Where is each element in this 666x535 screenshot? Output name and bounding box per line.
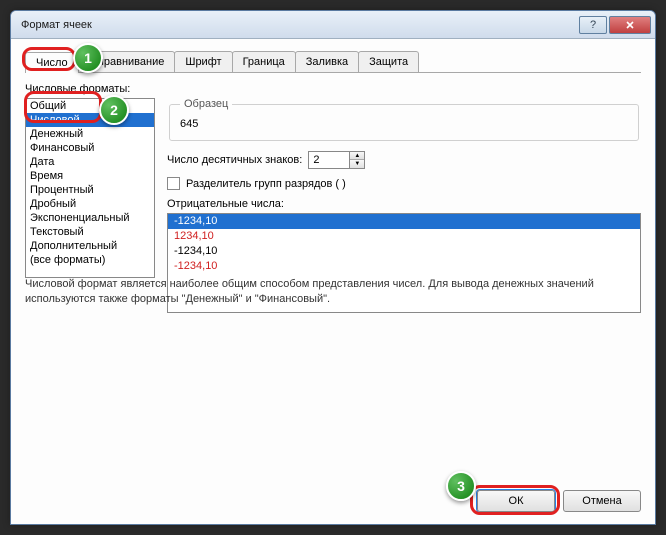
decimals-spinner[interactable]: ▲ ▼: [308, 151, 365, 169]
window-title: Формат ячеек: [21, 19, 579, 31]
tab-fill[interactable]: Заливка: [295, 51, 359, 72]
list-item[interactable]: Денежный: [26, 127, 154, 141]
list-item[interactable]: Дата: [26, 155, 154, 169]
tab-number[interactable]: Число: [25, 52, 79, 73]
annotation-marker-3: 3: [446, 471, 476, 501]
sample-value: 645: [180, 118, 628, 130]
format-description: Числовой формат является наиболее общим …: [25, 277, 641, 307]
spinner-up-icon[interactable]: ▲: [350, 152, 364, 160]
formats-label: Числовые форматы:: [25, 83, 641, 95]
annotation-marker-2: 2: [99, 95, 129, 125]
cancel-button[interactable]: Отмена: [563, 490, 641, 512]
list-item[interactable]: Процентный: [26, 183, 154, 197]
decimals-input[interactable]: [309, 152, 349, 168]
list-item[interactable]: Текстовый: [26, 225, 154, 239]
sample-label: Образец: [180, 98, 232, 110]
list-item[interactable]: Общий: [26, 99, 154, 113]
list-item[interactable]: -1234,10: [168, 244, 640, 259]
spinner-down-icon[interactable]: ▼: [350, 160, 364, 168]
thousands-checkbox[interactable]: [167, 177, 180, 190]
thousands-label: Разделитель групп разрядов ( ): [186, 178, 346, 190]
tab-font[interactable]: Шрифт: [174, 51, 232, 72]
titlebar[interactable]: Формат ячеек ?: [11, 11, 655, 39]
list-item[interactable]: Экспоненциальный: [26, 211, 154, 225]
list-item[interactable]: -1234,10: [168, 259, 640, 274]
ok-button[interactable]: ОК: [477, 490, 555, 512]
tab-protection[interactable]: Защита: [358, 51, 419, 72]
sample-group: Образец 645: [169, 98, 639, 141]
format-category-list[interactable]: Общий Числовой Денежный Финансовый Дата …: [25, 98, 155, 278]
annotation-marker-1: 1: [73, 43, 103, 73]
list-item[interactable]: Числовой: [26, 113, 154, 127]
list-item[interactable]: -1234,10: [168, 214, 640, 229]
negative-label: Отрицательные числа:: [167, 198, 641, 210]
close-button[interactable]: [609, 16, 651, 34]
list-item[interactable]: (все форматы): [26, 253, 154, 267]
help-button[interactable]: ?: [579, 16, 607, 34]
list-item[interactable]: Дополнительный: [26, 239, 154, 253]
format-cells-dialog: Формат ячеек ? Число Выравнивание Шрифт …: [10, 10, 656, 525]
decimals-label: Число десятичных знаков:: [167, 154, 302, 166]
list-item[interactable]: Дробный: [26, 197, 154, 211]
svg-text:?: ?: [590, 20, 596, 30]
list-item[interactable]: Время: [26, 169, 154, 183]
list-item[interactable]: Финансовый: [26, 141, 154, 155]
tab-strip: Число Выравнивание Шрифт Граница Заливка…: [25, 51, 641, 73]
list-item[interactable]: 1234,10: [168, 229, 640, 244]
tab-border[interactable]: Граница: [232, 51, 296, 72]
